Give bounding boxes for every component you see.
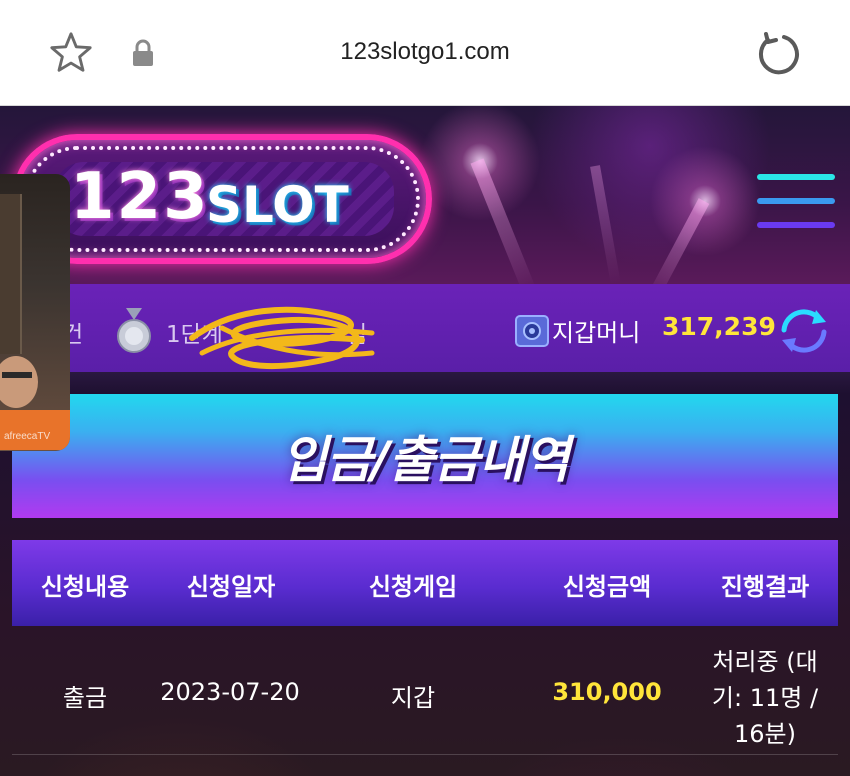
user-bar-shadow: [0, 372, 850, 394]
column-header-result: 진행결과: [720, 573, 810, 601]
row-result-line2: 기: 11명 /: [711, 684, 819, 712]
menu-line: [757, 222, 835, 228]
wallet-label: 지갑머니: [552, 319, 641, 347]
column-header-amount: 신청금액: [562, 573, 652, 601]
menu-line: [757, 174, 835, 180]
logo-number: 123: [70, 160, 210, 234]
browser-bar: 123slotgo1.com: [0, 0, 850, 106]
row-result-line3: 16분): [734, 720, 796, 748]
row-divider: [12, 754, 838, 755]
wallet-amount: 317,239: [662, 312, 776, 341]
light-beam: [590, 165, 621, 286]
redaction-scribble: [189, 306, 375, 370]
hamburger-menu-icon[interactable]: [750, 168, 842, 234]
row-result-line1: 처리중 (대: [712, 648, 818, 676]
row-date: 2023-07-20: [160, 678, 300, 706]
light-beam: [470, 158, 536, 294]
reload-icon[interactable]: [754, 30, 802, 78]
video-overlay[interactable]: afreecaTV: [0, 174, 70, 451]
wallet-icon: [515, 315, 549, 347]
column-header-date: 신청일자: [186, 573, 276, 601]
refresh-icon[interactable]: [776, 306, 832, 356]
row-type: 출금: [62, 684, 108, 712]
logo-word: SLOT: [206, 176, 349, 234]
page-title: 입금/출금내역: [281, 431, 569, 489]
menu-line: [757, 198, 835, 204]
video-frame-detail: [0, 194, 22, 354]
row-game: 지갑: [390, 684, 436, 712]
video-watermark: afreecaTV: [4, 431, 51, 442]
address-bar-url[interactable]: 123slotgo1.com: [0, 38, 850, 66]
column-header-game: 신청게임: [368, 573, 458, 601]
row-amount: 310,000: [552, 678, 662, 706]
medal-icon: [117, 308, 151, 353]
column-header-type: 신청내용: [40, 573, 130, 601]
page-title-banner: 입금/출금내역: [12, 394, 838, 518]
